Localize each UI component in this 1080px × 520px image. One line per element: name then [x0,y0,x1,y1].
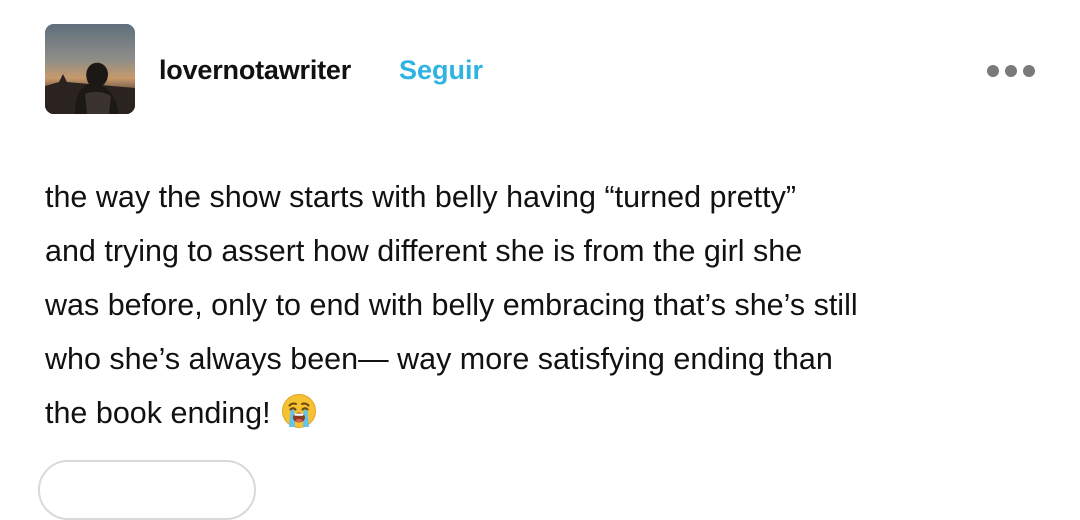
more-options-icon[interactable] [987,64,1035,78]
avatar-image [45,24,135,114]
more-dot [1023,65,1035,77]
more-dot [1005,65,1017,77]
post-text: the way the show starts with belly havin… [45,180,858,430]
post-body: the way the show starts with belly havin… [45,170,1045,446]
post-card: lovernotawriter Seguir the way the show … [0,0,1080,520]
loudly-crying-face-icon [281,392,317,446]
follow-button[interactable]: Seguir [399,54,483,86]
avatar[interactable] [45,24,135,114]
more-dot [987,65,999,77]
post-header: lovernotawriter Seguir [45,24,1035,114]
reblog-button[interactable] [38,460,256,520]
author-username[interactable]: lovernotawriter [159,54,351,86]
